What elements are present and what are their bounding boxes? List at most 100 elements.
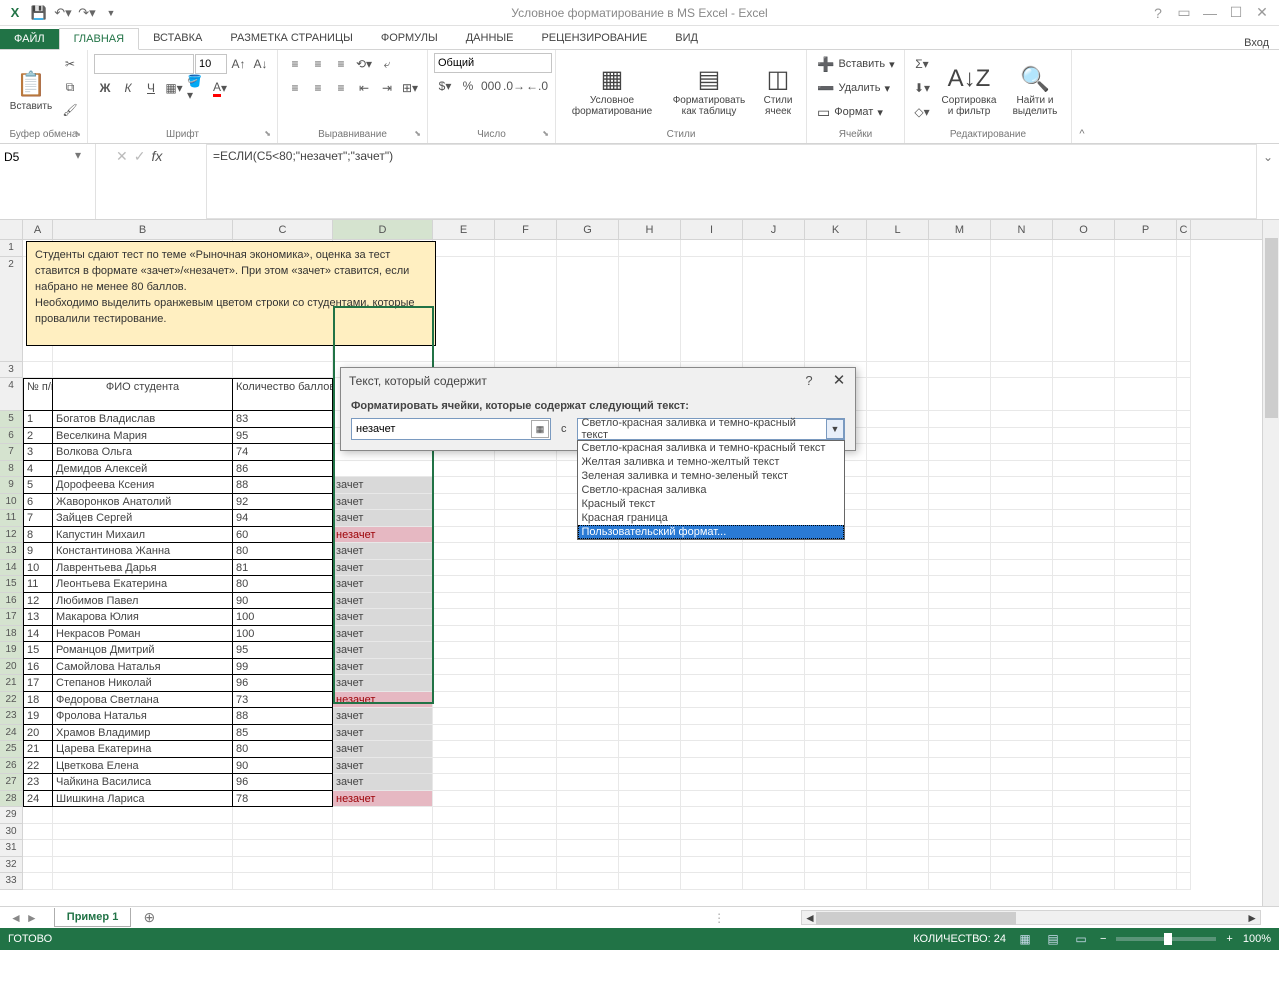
cell[interactable] bbox=[991, 675, 1053, 692]
cell[interactable] bbox=[991, 758, 1053, 775]
scrollbar-thumb[interactable] bbox=[1265, 238, 1278, 418]
cell[interactable] bbox=[495, 708, 557, 725]
cell[interactable] bbox=[867, 692, 929, 709]
cell[interactable] bbox=[929, 824, 991, 841]
cell[interactable] bbox=[495, 807, 557, 824]
cell[interactable] bbox=[1115, 626, 1177, 643]
cell[interactable] bbox=[1115, 494, 1177, 511]
cell[interactable] bbox=[433, 840, 495, 857]
cell[interactable] bbox=[619, 708, 681, 725]
cell[interactable] bbox=[495, 692, 557, 709]
percent-icon[interactable]: % bbox=[457, 75, 479, 97]
cell[interactable] bbox=[1177, 840, 1191, 857]
cell[interactable] bbox=[1115, 411, 1177, 428]
cell[interactable] bbox=[433, 873, 495, 890]
cell[interactable] bbox=[495, 725, 557, 742]
cell[interactable]: 88 bbox=[233, 708, 333, 725]
cell[interactable] bbox=[805, 576, 867, 593]
column-header[interactable]: O bbox=[1053, 220, 1115, 239]
cell[interactable] bbox=[1115, 824, 1177, 841]
cell[interactable] bbox=[619, 609, 681, 626]
cell[interactable] bbox=[1115, 257, 1177, 362]
cell[interactable] bbox=[495, 477, 557, 494]
cell[interactable] bbox=[1177, 873, 1191, 890]
cell[interactable] bbox=[1177, 461, 1191, 478]
cell[interactable] bbox=[1053, 758, 1115, 775]
border-icon[interactable]: ▦▾ bbox=[163, 77, 185, 99]
cell[interactable] bbox=[557, 758, 619, 775]
cell[interactable]: 23 bbox=[23, 774, 53, 791]
cell[interactable] bbox=[619, 593, 681, 610]
cell[interactable]: 10 bbox=[23, 560, 53, 577]
cell[interactable] bbox=[557, 659, 619, 676]
cell[interactable]: 4 bbox=[23, 461, 53, 478]
collapse-ribbon-icon[interactable]: ^ bbox=[1072, 50, 1092, 143]
column-header[interactable]: F bbox=[495, 220, 557, 239]
cell[interactable] bbox=[23, 362, 53, 379]
row-header[interactable]: 12 bbox=[0, 527, 23, 544]
cell[interactable] bbox=[929, 428, 991, 445]
cell[interactable] bbox=[557, 873, 619, 890]
cell[interactable] bbox=[557, 791, 619, 808]
cell[interactable] bbox=[929, 609, 991, 626]
cell[interactable] bbox=[1115, 543, 1177, 560]
cell[interactable] bbox=[743, 626, 805, 643]
cell[interactable]: Константинова Жанна bbox=[53, 543, 233, 560]
cell[interactable] bbox=[805, 609, 867, 626]
cell[interactable] bbox=[681, 675, 743, 692]
cell[interactable] bbox=[1053, 543, 1115, 560]
cell[interactable]: Храмов Владимир bbox=[53, 725, 233, 742]
tab-разметка страницы[interactable]: РАЗМЕТКА СТРАНИЦЫ bbox=[216, 28, 366, 49]
cell[interactable] bbox=[929, 741, 991, 758]
cell[interactable] bbox=[1177, 741, 1191, 758]
cell[interactable] bbox=[805, 543, 867, 560]
cell[interactable] bbox=[867, 378, 929, 411]
bold-button[interactable]: Ж bbox=[94, 77, 116, 99]
insert-cells-button[interactable]: ➕Вставить ▾ bbox=[813, 53, 899, 75]
zoom-out-icon[interactable]: − bbox=[1100, 933, 1106, 945]
cell[interactable] bbox=[1053, 240, 1115, 257]
cell[interactable] bbox=[805, 857, 867, 874]
cell[interactable] bbox=[867, 461, 929, 478]
cell[interactable] bbox=[867, 857, 929, 874]
align-center-icon[interactable]: ≡ bbox=[307, 77, 329, 99]
minimize-icon[interactable]: — bbox=[1197, 2, 1223, 24]
cell[interactable] bbox=[1115, 477, 1177, 494]
cell[interactable]: 8 bbox=[23, 527, 53, 544]
cell[interactable] bbox=[1053, 642, 1115, 659]
dropdown-option[interactable]: Зеленая заливка и темно-зеленый текст bbox=[578, 469, 845, 483]
cell[interactable] bbox=[433, 692, 495, 709]
align-middle-icon[interactable]: ≡ bbox=[307, 53, 329, 75]
cell[interactable] bbox=[991, 692, 1053, 709]
cell[interactable] bbox=[433, 774, 495, 791]
row-header[interactable]: 30 bbox=[0, 824, 23, 841]
cell[interactable]: 99 bbox=[233, 659, 333, 676]
cell[interactable]: зачет bbox=[333, 741, 433, 758]
cell[interactable] bbox=[991, 378, 1053, 411]
cell[interactable] bbox=[929, 675, 991, 692]
format-painter-icon[interactable]: 🖌 bbox=[59, 99, 81, 121]
cell[interactable] bbox=[929, 461, 991, 478]
cell[interactable] bbox=[681, 543, 743, 560]
row-header[interactable]: 4 bbox=[0, 378, 23, 411]
cell[interactable] bbox=[1053, 362, 1115, 379]
zoom-slider-thumb[interactable] bbox=[1164, 933, 1172, 945]
cell[interactable] bbox=[619, 840, 681, 857]
cell[interactable] bbox=[929, 576, 991, 593]
cell[interactable]: Фролова Наталья bbox=[53, 708, 233, 725]
cell[interactable]: зачет bbox=[333, 543, 433, 560]
cell[interactable] bbox=[867, 774, 929, 791]
cell[interactable] bbox=[433, 609, 495, 626]
formula-input[interactable]: =ЕСЛИ(C5<80;"незачет";"зачет") bbox=[206, 144, 1257, 219]
cell[interactable]: зачет bbox=[333, 675, 433, 692]
cell[interactable]: Цветкова Елена bbox=[53, 758, 233, 775]
chevron-down-icon[interactable]: ▼ bbox=[826, 419, 844, 439]
cell[interactable] bbox=[681, 692, 743, 709]
cell[interactable] bbox=[929, 510, 991, 527]
row-header[interactable]: 16 bbox=[0, 593, 23, 610]
cell[interactable] bbox=[433, 240, 495, 257]
undo-icon[interactable]: ↶▾ bbox=[52, 2, 74, 24]
cell[interactable]: 80 bbox=[233, 576, 333, 593]
cell[interactable] bbox=[53, 824, 233, 841]
zoom-in-icon[interactable]: + bbox=[1226, 933, 1232, 945]
